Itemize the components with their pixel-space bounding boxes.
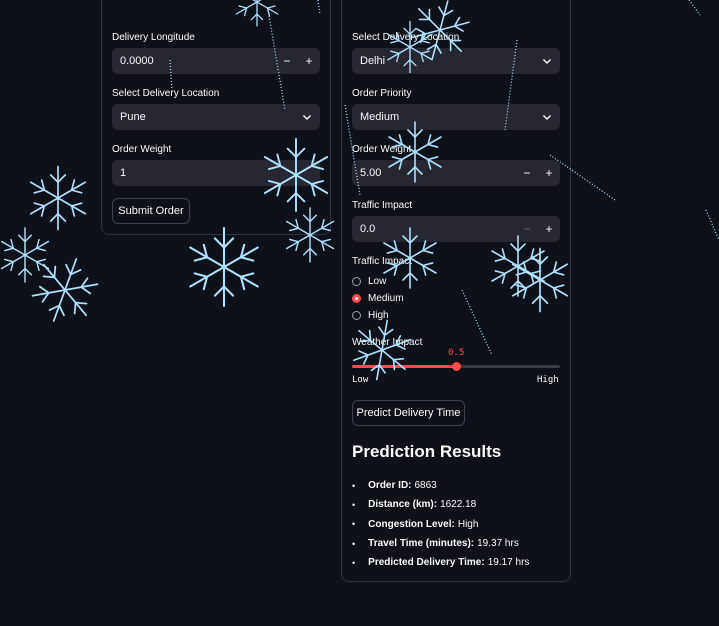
- traffic-impact-input[interactable]: 0.0 − +: [352, 216, 560, 242]
- submit-order-button[interactable]: Submit Order: [112, 198, 190, 224]
- chevron-down-icon: [302, 112, 312, 122]
- slider-max-label: High: [537, 375, 559, 385]
- snowflake-icon: [26, 165, 90, 231]
- snowflake-icon: [184, 226, 264, 308]
- results-list: Order ID:6863 Distance (km):1622.18 Cong…: [352, 476, 529, 572]
- radio-option-low[interactable]: Low: [352, 276, 386, 287]
- list-item: Order ID:6863: [352, 476, 529, 495]
- right-location-value: Delhi: [360, 55, 386, 67]
- list-item: Distance (km):1622.18: [352, 495, 529, 514]
- weather-impact-value: 0.5: [448, 348, 465, 358]
- slider-min-label: Low: [352, 375, 369, 385]
- prediction-results-heading: Prediction Results: [352, 442, 502, 461]
- snowflake-icon: [0, 227, 53, 283]
- priority-value: Medium: [360, 111, 400, 123]
- right-location-select[interactable]: Delhi: [352, 48, 560, 74]
- right-weight-label: Order Weight: [352, 144, 412, 155]
- traffic-impact-radio-label: Traffic Impact: [352, 256, 413, 267]
- weather-impact-slider[interactable]: [352, 362, 560, 371]
- snowflake-icon: [22, 247, 108, 333]
- weather-impact-label: Weather Impact: [352, 337, 423, 348]
- radio-button[interactable]: [352, 311, 361, 320]
- right-weight-value[interactable]: 5.00: [360, 167, 516, 179]
- longitude-increment-button[interactable]: +: [298, 48, 320, 74]
- traffic-increment-button[interactable]: +: [538, 216, 560, 242]
- traffic-impact-number-label: Traffic Impact: [352, 200, 413, 211]
- list-item: Congestion Level:High: [352, 515, 529, 534]
- radio-button[interactable]: [352, 277, 361, 286]
- left-location-value: Pune: [120, 111, 146, 123]
- longitude-label: Delivery Longitude: [112, 32, 195, 43]
- list-item: Predicted Delivery Time:19.17 hrs: [352, 553, 529, 572]
- radio-option-label: Low: [368, 276, 387, 287]
- radio-button-selected[interactable]: [352, 294, 361, 303]
- longitude-value[interactable]: 0.0000: [120, 55, 276, 67]
- list-item: Travel Time (minutes):19.37 hrs: [352, 534, 529, 553]
- slider-fill: [352, 365, 456, 368]
- weight-decrement-button[interactable]: −: [516, 160, 538, 186]
- right-location-label: Select Delivery Location: [352, 32, 460, 43]
- radio-option-label: High: [368, 310, 389, 321]
- traffic-decrement-button[interactable]: −: [516, 216, 538, 242]
- weight-increment-button[interactable]: +: [538, 160, 560, 186]
- predict-delivery-time-button[interactable]: Predict Delivery Time: [352, 400, 465, 426]
- left-weight-value: 1: [120, 167, 127, 179]
- left-location-select[interactable]: Pune: [112, 104, 320, 130]
- radio-option-label: Medium: [368, 293, 404, 304]
- left-weight-input[interactable]: 1: [112, 160, 320, 186]
- left-weight-label: Order Weight: [112, 144, 172, 155]
- slider-thumb[interactable]: [452, 362, 461, 371]
- chevron-down-icon: [542, 56, 552, 66]
- priority-select[interactable]: Medium: [352, 104, 560, 130]
- chevron-down-icon: [542, 112, 552, 122]
- longitude-input[interactable]: 0.0000 − +: [112, 48, 320, 74]
- traffic-impact-value[interactable]: 0.0: [360, 223, 516, 235]
- right-weight-input[interactable]: 5.00 − +: [352, 160, 560, 186]
- longitude-decrement-button[interactable]: −: [276, 48, 298, 74]
- radio-option-high[interactable]: High: [352, 310, 389, 321]
- radio-option-medium[interactable]: Medium: [352, 293, 404, 304]
- priority-label: Order Priority: [352, 88, 412, 99]
- left-location-label: Select Delivery Location: [112, 88, 220, 99]
